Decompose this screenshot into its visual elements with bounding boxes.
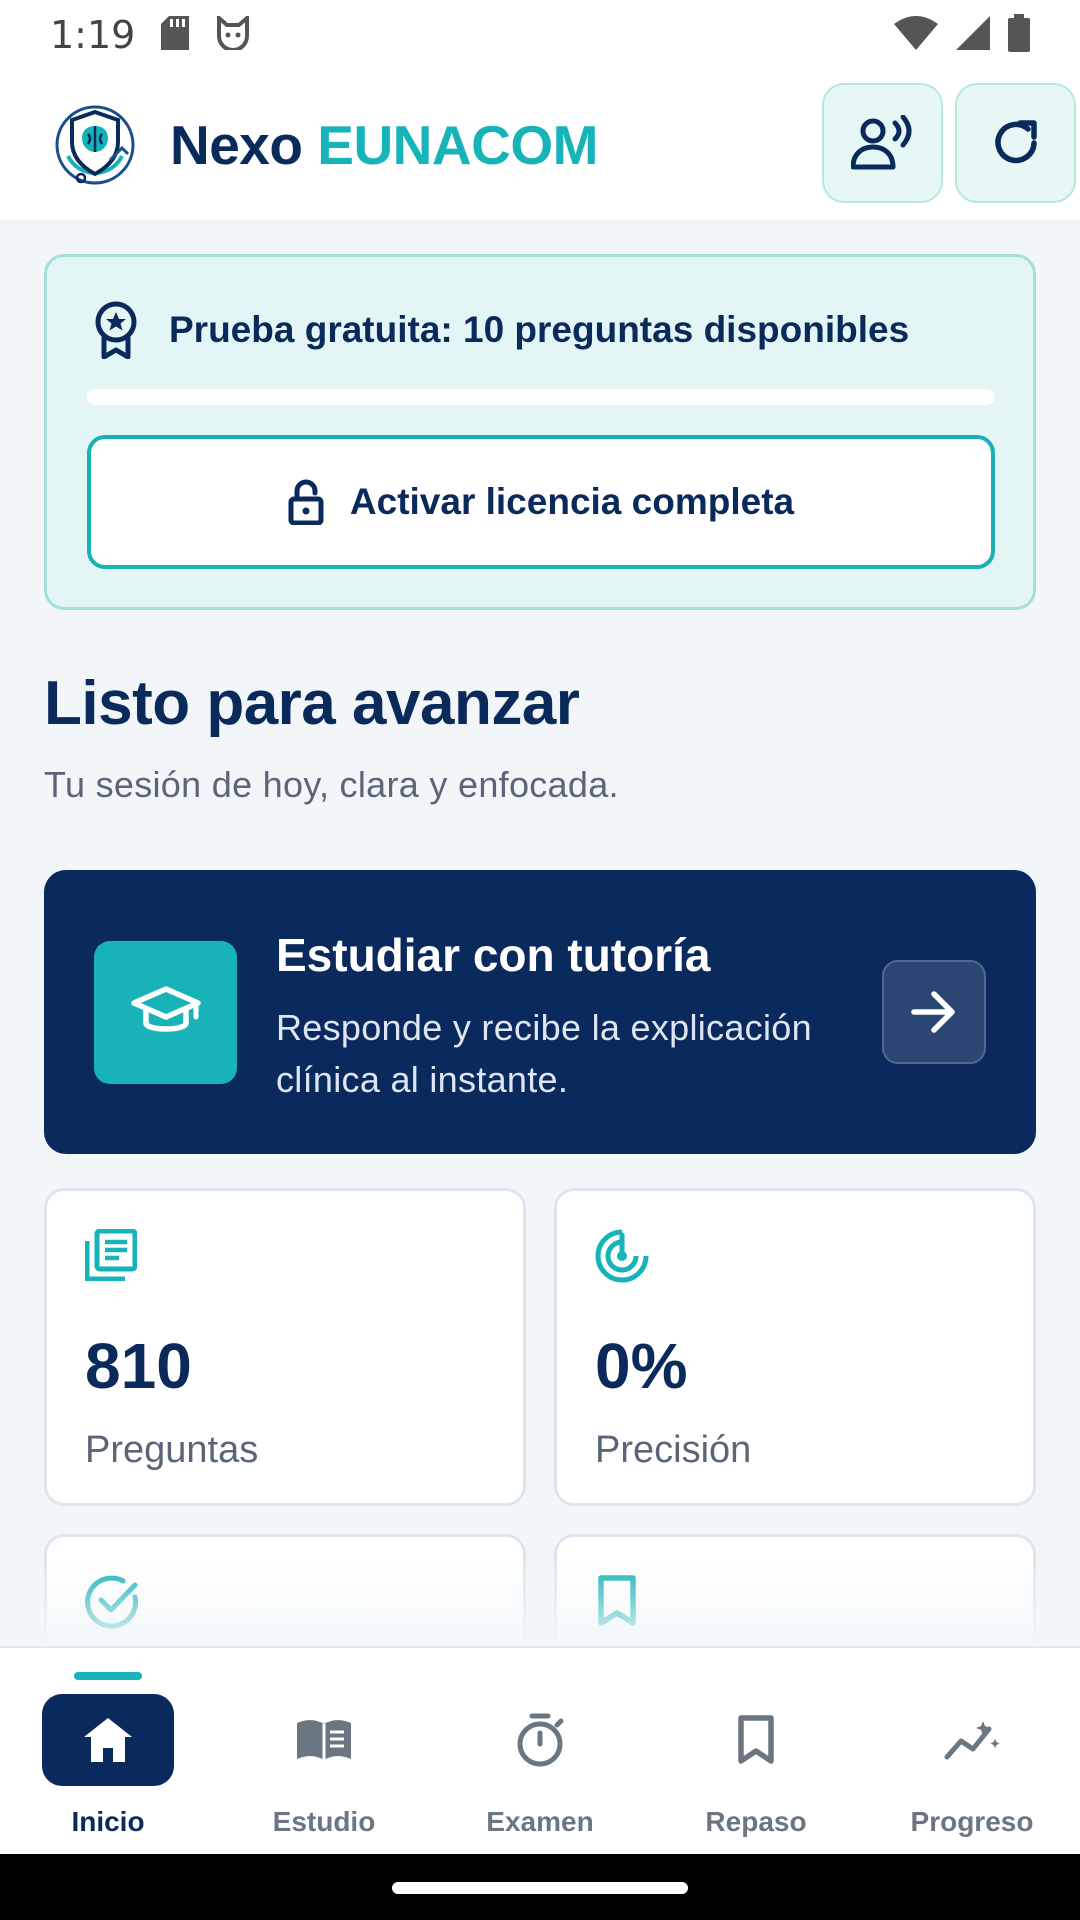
nav-label: Inicio [71, 1806, 145, 1837]
target-icon [595, 1229, 649, 1288]
app-logo [48, 98, 142, 192]
activate-license-label: Activar licencia completa [349, 481, 795, 522]
bottom-nav: Inicio Estudio Examen Repaso Progreso [0, 1646, 1080, 1854]
home-icon [84, 1718, 132, 1762]
nav-item-progreso[interactable]: Progreso [864, 1648, 1080, 1856]
nav-item-inicio[interactable]: Inicio [0, 1648, 216, 1856]
system-navigation-bar [0, 1854, 1080, 1920]
trial-message: Prueba gratuita: 10 preguntas disponible… [169, 309, 910, 350]
voice-button[interactable] [822, 83, 943, 203]
voice-speaker-icon [850, 115, 911, 170]
brain-shield-logo-icon [55, 105, 135, 185]
nav-icon-pill [690, 1694, 822, 1786]
award-badge-icon [95, 301, 137, 359]
lock-icon [288, 479, 324, 525]
stat-value: 810 [85, 1330, 192, 1402]
refresh-icon [994, 120, 1037, 164]
nav-icon-pill [258, 1694, 390, 1786]
book-icon [297, 1720, 351, 1760]
status-time: 1:19 [50, 13, 136, 57]
trial-card: Prueba gratuita: 10 preguntas disponible… [44, 254, 1036, 610]
stopwatch-icon [517, 1713, 564, 1767]
refresh-button[interactable] [955, 83, 1076, 203]
status-right [894, 13, 1030, 57]
nav-item-repaso[interactable]: Repaso [648, 1648, 864, 1856]
nav-icon-pill [906, 1694, 1038, 1786]
battery-icon [1008, 13, 1030, 57]
app-header: Nexo EUNACOM [0, 70, 1080, 220]
nav-label: Repaso [705, 1806, 807, 1837]
page-subtitle: Tu sesión de hoy, clara y enfocada. [44, 764, 619, 805]
tutor-arrow-button[interactable] [882, 960, 986, 1064]
scroll-fade [0, 1560, 1080, 1646]
activate-license-button[interactable]: Activar licencia completa [87, 435, 995, 569]
tutor-title: Estudiar con tutoría [276, 929, 711, 981]
trial-row: Prueba gratuita: 10 preguntas disponible… [93, 301, 909, 359]
home-gesture-handle[interactable] [392, 1882, 688, 1894]
stat-value: 0% [595, 1330, 688, 1402]
tutor-icon-tile [94, 941, 237, 1084]
nav-icon-pill [42, 1694, 174, 1786]
stat-label: Precisión [595, 1429, 752, 1471]
tutor-description: Responde y recibe la explicación clínica… [276, 1007, 812, 1100]
sd-card-icon [161, 15, 190, 55]
nav-label: Examen [486, 1806, 594, 1837]
stat-label: Preguntas [85, 1429, 259, 1471]
app-title: Nexo EUNACOM [170, 113, 598, 177]
nav-item-examen[interactable]: Examen [432, 1648, 648, 1856]
question-list-icon [84, 1228, 138, 1286]
app-title-prefix: Nexo [170, 114, 303, 176]
app-title-accent: EUNACOM [317, 114, 598, 176]
nav-icon-pill [474, 1694, 606, 1786]
stat-card-accuracy: 0% Precisión [554, 1188, 1036, 1506]
active-indicator [74, 1672, 142, 1680]
study-with-tutor-card[interactable]: Estudiar con tutoría Responde y recibe l… [44, 870, 1036, 1154]
graduation-cap-icon [130, 985, 201, 1032]
cat-face-icon [215, 13, 251, 55]
bookmark-icon [738, 1715, 774, 1764]
page-title: Listo para avanzar [44, 669, 580, 738]
status-bar: 1:19 [0, 0, 1080, 70]
header-actions [822, 83, 1076, 203]
nav-label: Estudio [272, 1806, 376, 1837]
arrow-right-icon [911, 991, 955, 1033]
nav-item-estudio[interactable]: Estudio [216, 1648, 432, 1856]
cell-signal-icon [956, 15, 990, 55]
trial-progress-bar [87, 389, 995, 405]
trend-icon [944, 1721, 1000, 1760]
nav-label: Progreso [910, 1806, 1034, 1837]
status-left: 1:19 [50, 13, 251, 57]
wifi-icon [894, 15, 938, 55]
stat-card-questions: 810 Preguntas [44, 1188, 526, 1506]
